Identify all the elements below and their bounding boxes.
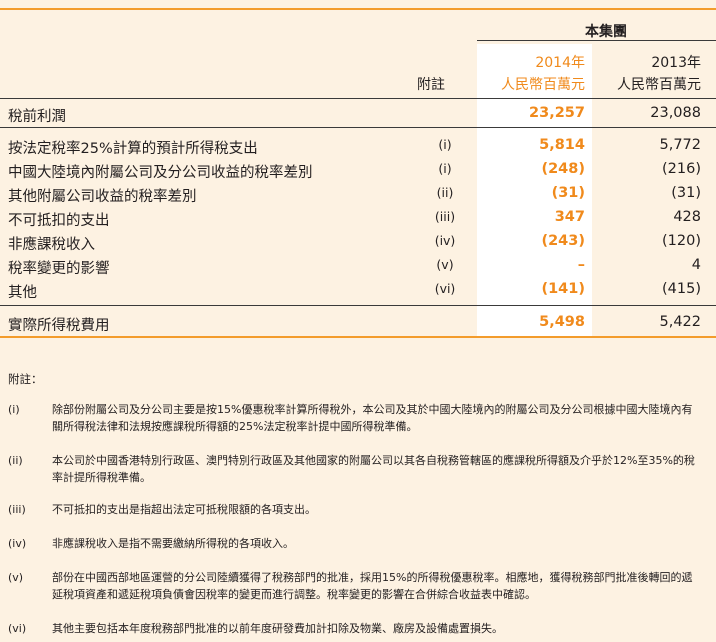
row-value-2013: (31)	[671, 185, 701, 201]
footnote-text: 部份在中國西部地區運營的分公司陸續獲得了稅務部門的批准，採用15%的所得稅優惠稅…	[52, 571, 693, 601]
bottom-rule	[0, 336, 716, 338]
top-rule	[0, 8, 716, 10]
footnote-text: 其他主要包括本年度稅務部門批准的以前年度研發費加計扣除及物業、廠房及設備處置損失…	[52, 622, 503, 635]
group-header-rule	[477, 40, 716, 41]
table-row-total: 實際所得稅費用 5,498 5,422	[0, 310, 716, 334]
row-label: 按法定稅率25%計算的預計所得稅支出	[8, 141, 258, 157]
table-row: 按法定稅率25%計算的預計所得稅支出 (i) 5,814 5,772	[0, 133, 716, 157]
row-value-2014: 23,257	[529, 105, 585, 121]
section-rule	[0, 127, 716, 128]
footnote-mark: (iv)	[8, 537, 27, 550]
total-rule	[0, 305, 716, 306]
row-value-2013: 23,088	[650, 105, 701, 121]
row-label: 其他附屬公司收益的稅率差別	[8, 189, 197, 205]
footnote-mark: (ii)	[8, 454, 23, 467]
table-row: 中國大陸境內附屬公司及分公司收益的稅率差別 (i) (248) (216)	[0, 157, 716, 181]
table-row: 非應課稅收入 (iv) (243) (120)	[0, 229, 716, 253]
row-value-2013: 4	[691, 257, 701, 273]
row-label: 稅率變更的影響	[8, 261, 110, 277]
footnote-mark: (v)	[8, 571, 24, 584]
row-value-2014: 5,498	[539, 314, 585, 330]
table-row-profit-before-tax: 稅前利潤 23,257 23,088	[0, 101, 716, 125]
row-value-2014: (243)	[541, 233, 585, 249]
note-column-header: 附註	[417, 77, 445, 93]
table-row: 不可抵扣的支出 (iii) 347 428	[0, 205, 716, 229]
unit-2014-header: 人民幣百萬元	[501, 77, 585, 93]
row-value-2014: 5,814	[539, 137, 585, 153]
footnote-text: 本公司於中國香港特別行政區、澳門特別行政區及其他國家的附屬公司以其各自稅務管轄區…	[52, 454, 695, 484]
row-value-2014: (248)	[541, 161, 585, 177]
footnote-text: 除部份附屬公司及分公司主要是按15%優惠稅率計算所得稅外，本公司及其於中國大陸境…	[52, 403, 693, 433]
row-value-2013: 5,772	[659, 137, 701, 153]
row-label: 其他	[8, 285, 37, 301]
footnote-mark: (iii)	[8, 503, 26, 516]
row-value-2014: 347	[554, 209, 585, 225]
row-label: 中國大陸境內附屬公司及分公司收益的稅率差別	[8, 165, 313, 181]
unit-2013-header: 人民幣百萬元	[617, 77, 701, 93]
year-2014-header: 2014年	[535, 55, 585, 71]
row-value-2014: (31)	[551, 185, 585, 201]
row-value-2014: –	[577, 257, 585, 273]
table-row: 其他 (vi) (141) (415)	[0, 277, 716, 301]
row-label: 不可抵扣的支出	[8, 213, 110, 229]
footnote-text: 非應課稅收入是指不需要繳納所得稅的各項收入。	[52, 537, 294, 550]
group-header: 本集團	[585, 24, 627, 40]
year-2013-header: 2013年	[651, 55, 701, 71]
footnotes-title: 附註：	[8, 372, 43, 386]
row-value-2013: (216)	[662, 161, 701, 177]
footnote-text: 不可抵扣的支出是指超出法定可抵稅限額的各項支出。	[52, 503, 316, 516]
table-row: 其他附屬公司收益的稅率差別 (ii) (31) (31)	[0, 181, 716, 205]
row-label: 稅前利潤	[8, 109, 66, 125]
row-value-2013: 428	[673, 209, 701, 225]
table-row: 稅率變更的影響 (v) – 4	[0, 253, 716, 277]
row-label: 實際所得稅費用	[8, 318, 110, 334]
row-label: 非應課稅收入	[8, 237, 95, 253]
footnote-mark: (vi)	[8, 622, 27, 635]
row-value-2013: (120)	[662, 233, 701, 249]
row-value-2014: (141)	[541, 281, 585, 297]
footnote-mark: (i)	[8, 403, 20, 416]
header-rule	[0, 98, 716, 99]
row-value-2013: 5,422	[659, 314, 701, 330]
row-value-2013: (415)	[662, 281, 701, 297]
